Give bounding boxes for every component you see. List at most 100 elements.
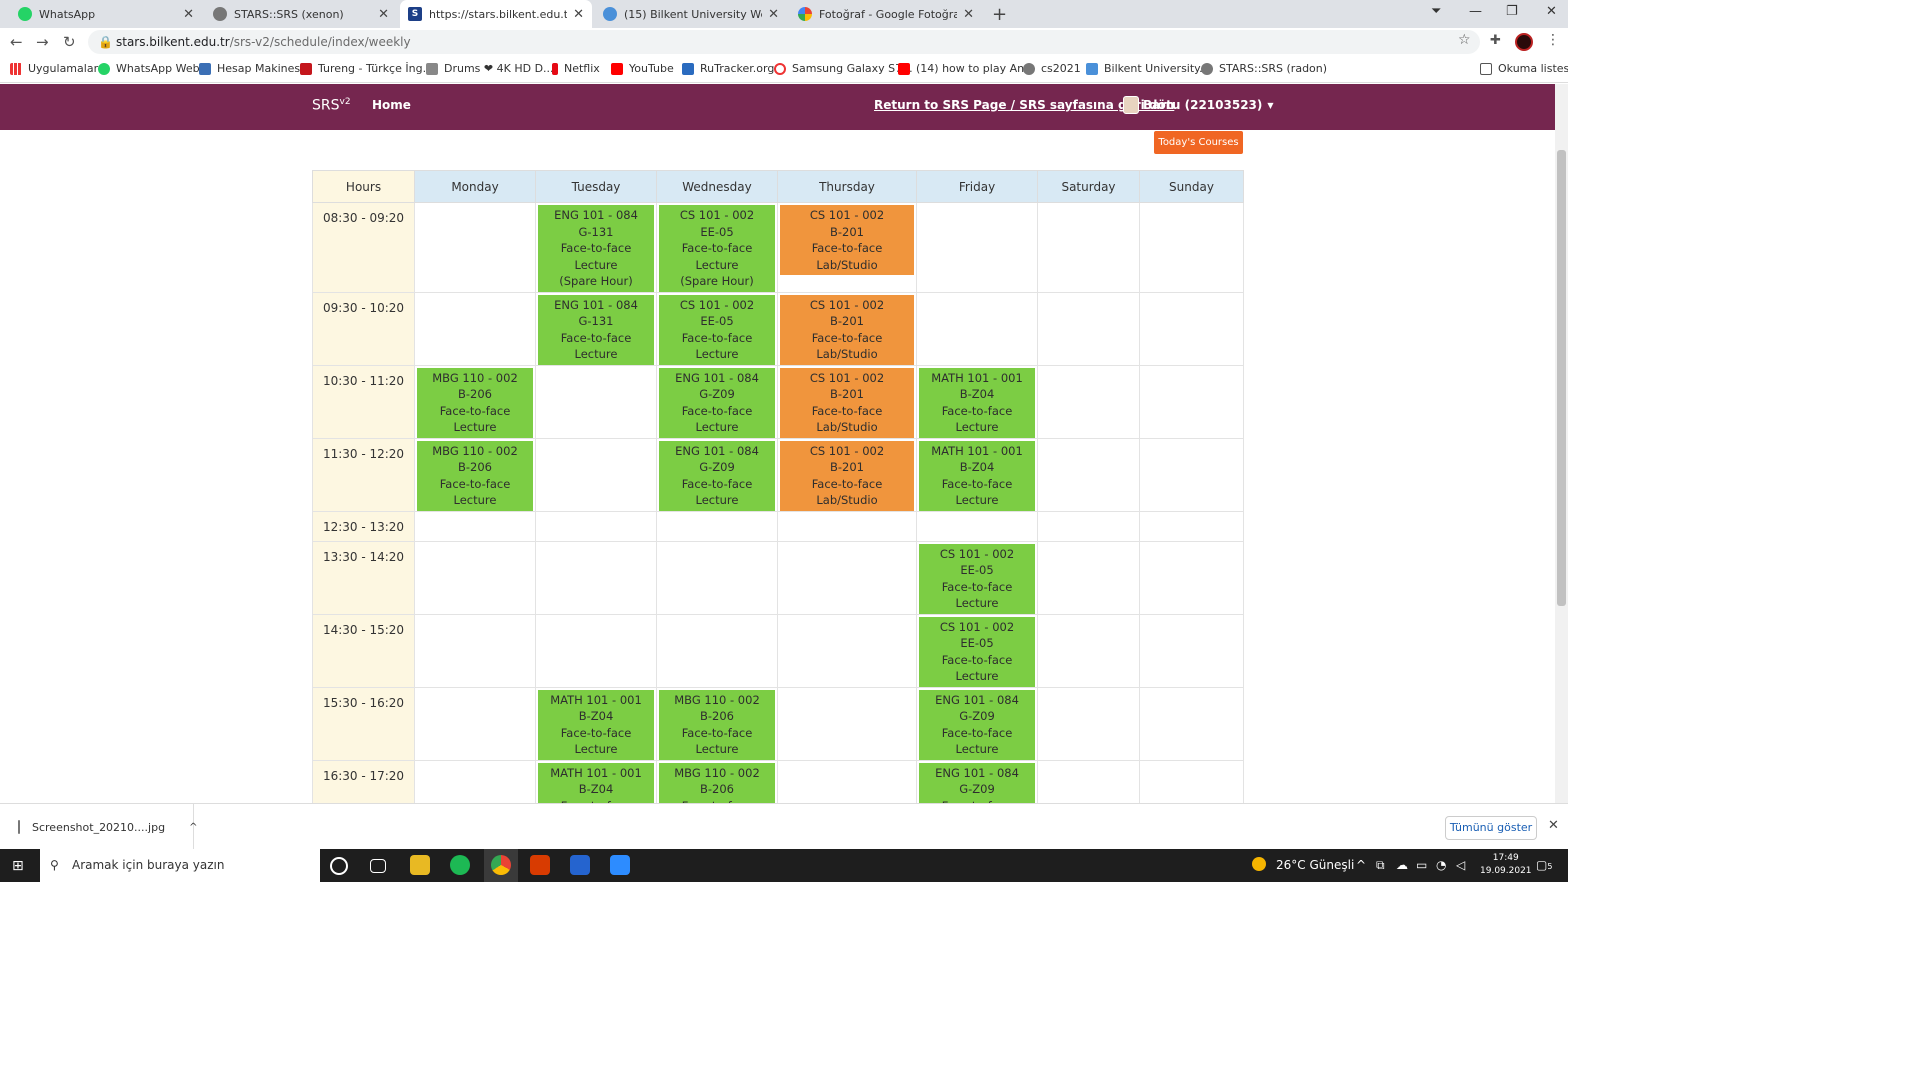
lab-course-block[interactable]: CS 101 - 002 B-201 Face-to-face Lab/Studio — [780, 367, 914, 438]
download-item[interactable]: Screenshot_20210....jpg ^ — [8, 804, 197, 850]
close-icon[interactable]: ✕ — [768, 7, 779, 22]
tray-chevron-icon[interactable]: ^ — [1356, 858, 1366, 872]
reading-list[interactable]: Okuma listesi — [1480, 62, 1568, 75]
tureng-icon — [300, 62, 312, 75]
tab-stars-xenon[interactable]: STARS::SRS (xenon) ✕ — [205, 0, 397, 28]
chevron-up-icon[interactable]: ^ — [189, 822, 197, 833]
todo-icon[interactable] — [570, 855, 590, 875]
slot-sunday — [1139, 291, 1244, 366]
slot-friday: MATH 101 - 001 B-Z04 Face-to-face Lecture — [916, 437, 1038, 512]
close-icon[interactable]: ✕ — [963, 7, 974, 22]
tray-cloud-icon[interactable]: ☁ — [1396, 858, 1408, 872]
lecture-course-block[interactable]: ENG 101 - 084 G-Z09 Face-to-face Lecture — [659, 367, 775, 438]
weather-text[interactable]: 26°C Güneşli — [1276, 858, 1354, 872]
windows-start-icon[interactable]: ⊞ — [12, 858, 24, 874]
close-download-bar-icon[interactable]: ✕ — [1548, 818, 1559, 833]
wifi-icon[interactable]: ◔ — [1436, 858, 1446, 872]
bookmark-bilkent[interactable]: Bilkent University... — [1086, 62, 1210, 75]
task-view-icon[interactable] — [370, 859, 386, 873]
close-icon[interactable]: ✕ — [183, 7, 194, 22]
tray-app-icon[interactable]: ⧉ — [1376, 858, 1385, 873]
close-icon[interactable]: ✕ — [573, 7, 584, 22]
course-line: B-Z04 — [959, 387, 995, 401]
profile-menu-icon[interactable]: ⏷ — [1431, 4, 1441, 19]
profile-avatar[interactable] — [1515, 33, 1533, 51]
course-line: ENG 101 - 084 — [554, 208, 638, 222]
bookmark-apps[interactable]: Uygulamalar — [10, 62, 98, 75]
course-line: Face-to-face Lecture — [681, 725, 753, 757]
schedule-row: 12:30 - 13:20 — [312, 510, 1244, 542]
lecture-course-block[interactable]: MATH 101 - 001 B-Z04 Face-to-face Lecture — [538, 689, 654, 760]
lab-course-block[interactable]: CS 101 - 002 B-201 Face-to-face Lab/Studio — [780, 440, 914, 511]
close-window-button[interactable]: ✕ — [1546, 4, 1557, 19]
lab-course-block[interactable]: CS 101 - 002 B-201 Face-to-face Lab/Studio — [780, 294, 914, 365]
bookmark-stars-radon[interactable]: STARS::SRS (radon) — [1201, 62, 1327, 75]
course-line: ENG 101 - 084 — [935, 765, 1019, 780]
lecture-course-block[interactable]: ENG 101 - 084 G-Z09 Face-to-face Lecture — [659, 440, 775, 511]
file-explorer-icon[interactable] — [410, 855, 430, 875]
bookmark-star-icon[interactable]: ☆ — [1458, 32, 1471, 48]
course-line: Face-to-face Lecture — [941, 579, 1013, 611]
bookmark-samsung[interactable]: Samsung Galaxy S7... — [774, 62, 913, 75]
scrollbar-thumb[interactable] — [1557, 150, 1566, 606]
lecture-course-block[interactable]: ENG 101 - 084 G-131 Face-to-face Lecture (S… — [538, 205, 654, 292]
show-all-downloads-button[interactable]: Tümünü göster — [1445, 816, 1537, 840]
back-button[interactable]: ← — [10, 33, 23, 51]
office-icon[interactable] — [530, 855, 550, 875]
bookmark-whatsapp-web[interactable]: WhatsApp Web — [98, 62, 200, 75]
search-icon: ⚲ — [50, 858, 59, 872]
lecture-course-block[interactable]: CS 101 - 002 EE-05 Face-to-face Lecture — [919, 543, 1035, 614]
todays-courses-button[interactable]: Today's Courses — [1154, 131, 1243, 154]
lecture-course-block[interactable]: CS 101 - 002 EE-05 Face-to-face Lecture (Sp… — [659, 205, 775, 292]
lecture-course-block[interactable]: ENG 101 - 084 G-Z09 Face-to-face Lecture — [919, 689, 1035, 760]
cortana-icon[interactable] — [330, 857, 348, 875]
lecture-course-block[interactable]: CS 101 - 002 EE-05 Face-to-face Lecture — [659, 294, 775, 365]
lecture-course-block[interactable]: CS 101 - 002 EE-05 Face-to-face Lecture — [919, 616, 1035, 687]
user-menu[interactable]: Bartu (22103523) ▼ — [1123, 96, 1274, 114]
volume-icon[interactable]: ◁ — [1456, 858, 1465, 872]
chrome-taskbar-item[interactable] — [484, 849, 518, 882]
new-tab-button[interactable]: + — [992, 4, 1007, 25]
notifications-icon[interactable]: ▢5 — [1536, 858, 1552, 872]
lecture-course-block[interactable]: MBG 110 - 002 B-206 Face-to-face Lecture — [417, 440, 533, 511]
bookmark-how-to-play[interactable]: (14) how to play An... — [898, 62, 1035, 75]
forward-button[interactable]: → — [36, 33, 49, 51]
tab-google-photos[interactable]: Fotoğraf - Google Fotoğraflar ✕ — [790, 0, 982, 28]
reload-button[interactable]: ↻ — [63, 33, 76, 51]
taskbar-search[interactable]: ⚲ Aramak için buraya yazın — [40, 849, 320, 882]
tab-stars-srs-v2[interactable]: S https://stars.bilkent.edu.tr/srs-v2/ ✕ — [400, 0, 592, 28]
home-link[interactable]: Home — [372, 98, 411, 112]
lecture-course-block[interactable]: MATH 101 - 001 B-Z04 Face-to-face Lecture — [919, 440, 1035, 511]
bookmark-hesap-makinesi[interactable]: Hesap Makinesi — [199, 62, 303, 75]
bookmark-netflix[interactable]: Netflix — [552, 62, 600, 75]
lab-course-block[interactable]: CS 101 - 002 B-201 Face-to-face Lab/Studio — [780, 205, 914, 275]
bookmark-tureng[interactable]: Tureng - Türkçe İng... — [300, 62, 433, 75]
address-bar[interactable]: 🔒 stars.bilkent.edu.tr/srs-v2/schedule/i… — [88, 30, 1480, 54]
lecture-course-block[interactable]: MBG 110 - 002 B-206 Face-to-face Lecture — [417, 367, 533, 438]
maximize-button[interactable]: ❐ — [1506, 4, 1518, 19]
tab-webmail[interactable]: (15) Bilkent University Webmail :: ✕ — [595, 0, 787, 28]
srs-logo[interactable]: SRSv2 — [312, 97, 351, 114]
tab-whatsapp[interactable]: WhatsApp ✕ — [10, 0, 202, 28]
zoom-icon[interactable] — [610, 855, 630, 875]
hour-cell: 08:30 - 09:20 — [312, 202, 415, 293]
bookmark-drums[interactable]: Drums ❤ 4K HD D... — [426, 62, 554, 75]
chrome-menu-icon[interactable]: ⋮ — [1546, 32, 1560, 48]
spotify-icon[interactable] — [450, 855, 470, 875]
lecture-course-block[interactable]: MATH 101 - 001 B-Z04 Face-to-face Lecture — [919, 367, 1035, 438]
bookmark-youtube[interactable]: YouTube — [611, 62, 674, 75]
close-icon[interactable]: ✕ — [378, 7, 389, 22]
minimize-button[interactable]: — — [1469, 4, 1482, 19]
bookmark-cs2021[interactable]: cs2021 — [1023, 62, 1081, 75]
lecture-course-block[interactable]: MBG 110 - 002 B-206 Face-to-face Lecture — [659, 689, 775, 760]
bookmark-rutracker[interactable]: RuTracker.org — [682, 62, 774, 75]
lecture-course-block[interactable]: ENG 101 - 084 G-131 Face-to-face Lecture — [538, 294, 654, 365]
day-header-monday: Monday — [414, 170, 536, 203]
clock[interactable]: 17:49 19.09.2021 — [1480, 852, 1532, 878]
extensions-icon[interactable]: ✚ — [1490, 33, 1501, 48]
chrome-icon — [491, 855, 511, 875]
slot-tuesday — [535, 364, 657, 439]
s-icon: S — [408, 7, 422, 21]
page-scrollbar[interactable] — [1555, 84, 1568, 803]
battery-icon[interactable]: ▭ — [1416, 858, 1427, 872]
